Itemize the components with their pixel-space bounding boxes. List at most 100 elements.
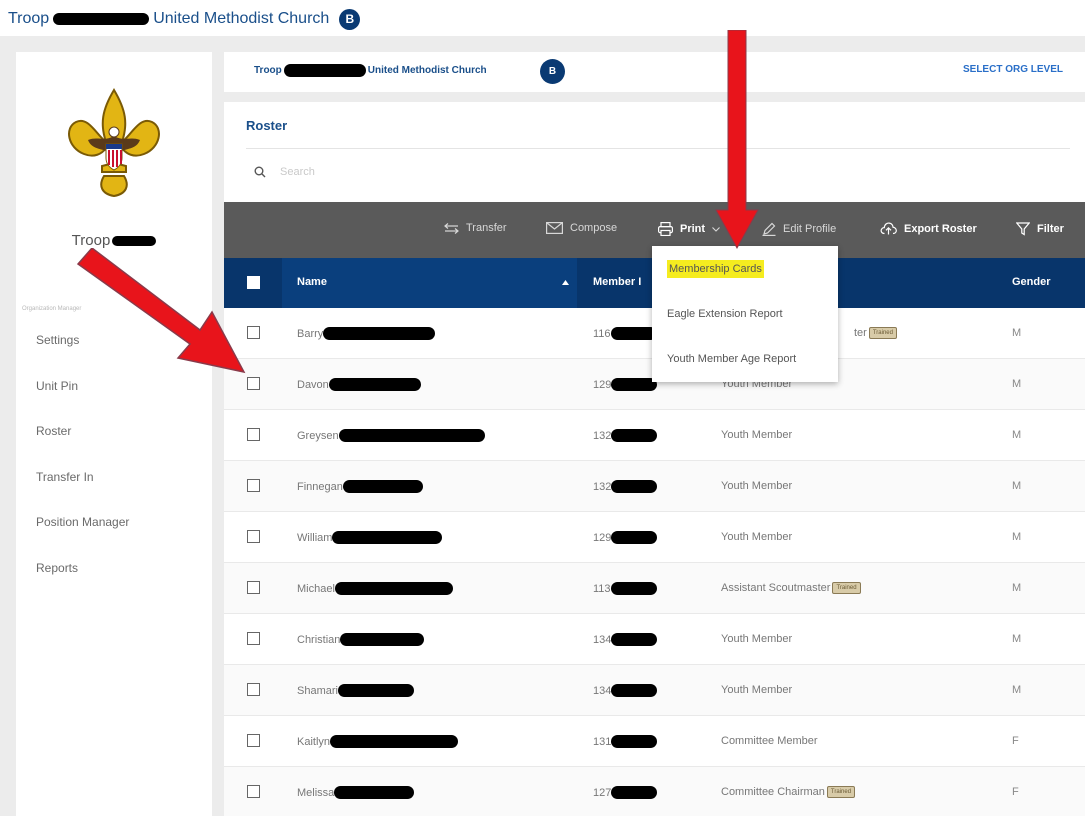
- row-checkbox[interactable]: [247, 530, 260, 543]
- org-name: Troop United Methodist Church: [254, 64, 487, 77]
- redaction-bar: [610, 327, 657, 340]
- redaction-bar: [112, 236, 157, 247]
- cropped-top-strip: [0, 0, 1085, 4]
- filter-button[interactable]: Filter: [1016, 222, 1064, 236]
- member-id-prefix: 113: [593, 582, 611, 595]
- member-name[interactable]: Davon: [297, 378, 421, 391]
- redaction-bar: [611, 429, 658, 442]
- table-row[interactable]: Christian 134 Youth Member M: [224, 614, 1085, 665]
- export-roster-label: Export Roster: [904, 222, 977, 235]
- row-checkbox[interactable]: [247, 734, 260, 747]
- member-position: Youth Member: [721, 633, 792, 645]
- member-name[interactable]: William: [297, 531, 443, 544]
- member-name[interactable]: Finnegan: [297, 480, 423, 493]
- row-checkbox[interactable]: [247, 581, 260, 594]
- page-title: Roster: [246, 118, 288, 133]
- app-window: Troop Organization Manager Settings Unit…: [0, 36, 1085, 816]
- red-arrow-to-membership-cards: [715, 30, 759, 250]
- table-row[interactable]: Greysen 132 Youth Member M: [224, 410, 1085, 461]
- compose-label: Compose: [570, 222, 618, 234]
- redaction-bar: [611, 531, 658, 544]
- member-gender: M: [1012, 327, 1022, 339]
- row-checkbox[interactable]: [247, 632, 260, 645]
- member-id-prefix: 131: [593, 735, 612, 748]
- member-first-name: William: [297, 531, 333, 544]
- member-name[interactable]: Barry: [297, 327, 436, 340]
- compose-button[interactable]: Compose: [546, 222, 617, 234]
- sidebar-item-transfer-in[interactable]: Transfer In: [36, 465, 206, 511]
- sidebar-item-unit-pin[interactable]: Unit Pin: [36, 374, 206, 420]
- red-arrow-to-checkbox: [76, 248, 246, 374]
- table-row[interactable]: William 129 Youth Member M: [224, 512, 1085, 563]
- org-suffix: United Methodist Church: [367, 65, 487, 76]
- org-topbar: Troop United Methodist Church B SELECT O…: [224, 52, 1085, 92]
- member-name[interactable]: Melissa: [297, 786, 415, 799]
- org-prefix: Troop: [254, 65, 282, 76]
- member-id: 113: [593, 582, 657, 595]
- member-id: 129: [593, 378, 658, 391]
- row-checkbox[interactable]: [247, 428, 260, 441]
- member-gender: F: [1012, 735, 1019, 747]
- caption-church: United Methodist Church: [153, 10, 330, 27]
- menu-item-membership-cards[interactable]: Membership Cards: [652, 246, 838, 291]
- row-checkbox[interactable]: [247, 785, 260, 798]
- search-icon: [254, 166, 266, 178]
- row-checkbox[interactable]: [247, 479, 260, 492]
- caption-troop: Troop: [8, 10, 50, 27]
- pencil-icon: [762, 222, 776, 236]
- row-checkbox[interactable]: [247, 683, 260, 696]
- export-roster-button[interactable]: Export Roster: [880, 222, 977, 235]
- sidebar-troop-name: Troop: [16, 232, 212, 249]
- member-id-prefix: 116: [593, 327, 611, 340]
- redaction-bar: [611, 735, 658, 748]
- membership-cards-label: Membership Cards: [667, 259, 764, 278]
- redaction-bar: [342, 480, 423, 493]
- table-row[interactable]: Melissa 127 Committee Chairman Trained F: [224, 767, 1085, 816]
- sidebar-item-roster[interactable]: Roster: [36, 419, 206, 465]
- trained-badge: Trained: [868, 327, 897, 339]
- member-id-prefix: 129: [593, 378, 612, 391]
- member-name[interactable]: Greysen: [297, 429, 485, 442]
- member-gender: M: [1012, 633, 1022, 645]
- member-name[interactable]: Christian: [297, 633, 425, 646]
- trained-badge-label: Trained: [872, 330, 893, 336]
- print-button[interactable]: Print: [658, 222, 720, 236]
- select-org-level-link[interactable]: SELECT ORG LEVEL: [963, 64, 1063, 75]
- table-row[interactable]: Shamari 134 Youth Member M: [224, 665, 1085, 716]
- transfer-button[interactable]: Transfer: [444, 222, 507, 234]
- member-name[interactable]: Shamari: [297, 684, 414, 697]
- member-gender: M: [1012, 531, 1022, 543]
- redaction-bar: [330, 735, 459, 748]
- trained-badge-label: Trained: [830, 789, 852, 795]
- table-row[interactable]: Michael 113 Assistant Scoutmaster Trained M: [224, 563, 1085, 614]
- menu-item-youth-member-age-report[interactable]: Youth Member Age Report: [652, 336, 838, 381]
- row-checkbox[interactable]: [247, 377, 260, 390]
- member-gender: M: [1012, 480, 1022, 492]
- trained-badge: Trained: [826, 786, 856, 798]
- table-row[interactable]: Finnegan 132 Youth Member M: [224, 461, 1085, 512]
- member-name[interactable]: Kaitlyn: [297, 735, 459, 748]
- member-gender: M: [1012, 378, 1022, 390]
- sidebar-item-position-manager[interactable]: Position Manager: [36, 510, 206, 556]
- member-name[interactable]: Michael: [297, 582, 453, 595]
- sort-ascending-icon[interactable]: [562, 280, 569, 285]
- search-input[interactable]: [280, 166, 580, 178]
- edit-profile-button[interactable]: Edit Profile: [762, 222, 836, 236]
- member-first-name: Davon: [297, 378, 329, 391]
- member-position: Youth Member: [721, 429, 792, 441]
- table-row[interactable]: Kaitlyn 131 Committee Member F: [224, 716, 1085, 767]
- column-header-member-id[interactable]: Member I: [593, 276, 641, 288]
- column-header-gender[interactable]: Gender: [1012, 276, 1051, 288]
- position-label: Youth Member: [721, 633, 793, 645]
- sidebar-item-reports[interactable]: Reports: [36, 556, 206, 602]
- caption-badge: B: [339, 8, 361, 30]
- column-header-name[interactable]: Name: [297, 276, 327, 288]
- troop-label: Troop: [71, 232, 111, 249]
- redaction-bar: [328, 378, 421, 391]
- redaction-bar: [610, 582, 657, 595]
- redaction-bar: [334, 786, 415, 799]
- menu-item-eagle-extension-report[interactable]: Eagle Extension Report: [652, 291, 838, 336]
- member-id-prefix: 134: [593, 684, 612, 697]
- redaction-bar: [53, 13, 150, 25]
- search-bar: [254, 166, 580, 178]
